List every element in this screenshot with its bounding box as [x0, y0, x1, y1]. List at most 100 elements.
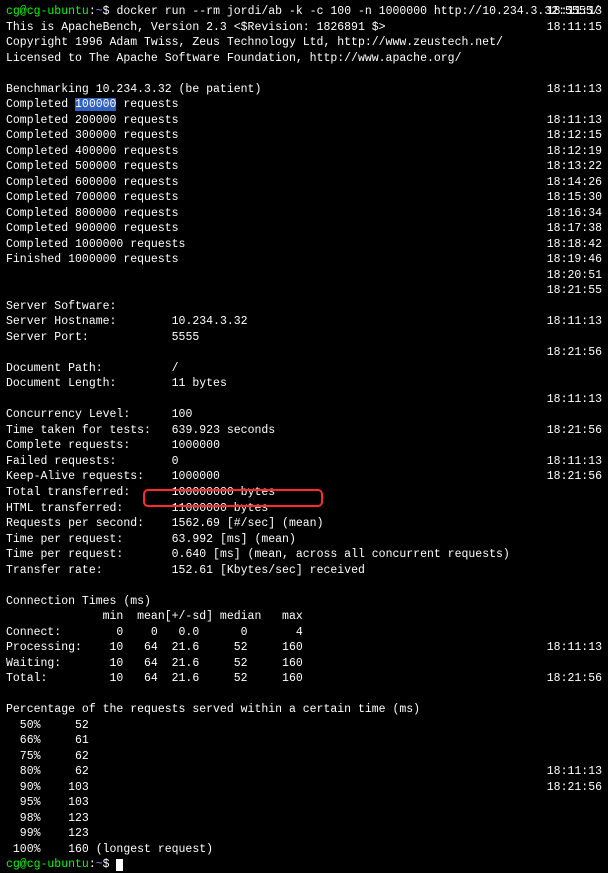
- conn-total: Total: 10 64 21.6 52 160: [6, 671, 602, 687]
- completed-300000: Completed 300000 requests: [6, 128, 602, 144]
- timestamp: 18:19:46: [547, 252, 602, 268]
- p50: 50% 52: [6, 718, 602, 734]
- timestamp: [547, 625, 602, 641]
- ab-header: This is ApacheBench, Version 2.3 <$Revis…: [6, 20, 602, 36]
- time-per-request-1: Time per request: 63.992 [ms] (mean): [6, 532, 602, 548]
- timestamp: [547, 501, 602, 517]
- timestamp: [547, 609, 602, 625]
- conn-times-header: min mean[+/-sd] median max: [6, 609, 602, 625]
- timestamp: 18:11:13: [547, 4, 602, 20]
- timestamp: [547, 687, 602, 703]
- timestamp: [547, 532, 602, 548]
- completed-900000: Completed 900000 requests: [6, 221, 602, 237]
- percentiles-title: Percentage of the requests served within…: [6, 702, 602, 718]
- time-taken: Time taken for tests: 639.923 seconds: [6, 423, 602, 439]
- timestamp: [547, 438, 602, 454]
- timestamp: [547, 749, 602, 765]
- timestamp: 18:11:13: [547, 314, 602, 330]
- timestamps-column: 18:11:1318:11:15 18:11:13 18:11:1318:12:…: [547, 4, 602, 795]
- doc-path: Document Path: /: [6, 361, 602, 377]
- conn-processing: Processing: 10 64 21.6 52 160: [6, 640, 602, 656]
- timestamp: 18:11:13: [547, 82, 602, 98]
- p66: 66% 61: [6, 733, 602, 749]
- timestamp: [547, 563, 602, 579]
- conn-waiting: Waiting: 10 64 21.6 52 160: [6, 656, 602, 672]
- p75: 75% 62: [6, 749, 602, 765]
- timestamp: 18:21:55: [547, 283, 602, 299]
- html-transferred: HTML transferred: 11000000 bytes: [6, 501, 602, 517]
- completed-600000: Completed 600000 requests: [6, 175, 602, 191]
- keepalive-requests: Keep-Alive requests: 1000000: [6, 469, 602, 485]
- conn-connect: Connect: 0 0 0.0 0 4: [6, 625, 602, 641]
- timestamp: 18:11:13: [547, 113, 602, 129]
- server-software: Server Software:: [6, 299, 602, 315]
- timestamp: [547, 578, 602, 594]
- timestamp: [547, 718, 602, 734]
- bench-start: Benchmarking 10.234.3.32 (be patient): [6, 82, 602, 98]
- timestamp: [547, 35, 602, 51]
- p99: 99% 123: [6, 826, 602, 842]
- timestamp: 18:11:15: [547, 20, 602, 36]
- completed-100000: Completed 100000 requests: [6, 97, 602, 113]
- complete-requests: Complete requests: 1000000: [6, 438, 602, 454]
- timestamp: 18:18:42: [547, 237, 602, 253]
- p80: 80% 62: [6, 764, 602, 780]
- failed-requests: Failed requests: 0: [6, 454, 602, 470]
- timestamp: [547, 407, 602, 423]
- timestamp: [547, 516, 602, 532]
- timestamp: 18:16:34: [547, 206, 602, 222]
- command-line: cg@cg-ubuntu:~$ docker run --rm jordi/ab…: [6, 4, 602, 20]
- server-hostname: Server Hostname: 10.234.3.32: [6, 314, 602, 330]
- timestamp: 18:21:56: [547, 345, 602, 361]
- time-per-request-2: Time per request: 0.640 [ms] (mean, acro…: [6, 547, 602, 563]
- conn-times-title: Connection Times (ms): [6, 594, 602, 610]
- timestamp: 18:12:19: [547, 144, 602, 160]
- timestamp: [547, 547, 602, 563]
- timestamp: 18:11:13: [547, 454, 602, 470]
- copyright: Copyright 1996 Adam Twiss, Zeus Technolo…: [6, 35, 602, 51]
- timestamp: [547, 361, 602, 377]
- concurrency: Concurrency Level: 100: [6, 407, 602, 423]
- timestamp: [547, 485, 602, 501]
- completed-700000: Completed 700000 requests: [6, 190, 602, 206]
- cursor: [116, 859, 123, 871]
- timestamp: [547, 733, 602, 749]
- timestamp: [547, 656, 602, 672]
- timestamp: 18:14:26: [547, 175, 602, 191]
- timestamp: [547, 299, 602, 315]
- timestamp: 18:11:13: [547, 392, 602, 408]
- command-text: docker run --rm jordi/ab -k -c 100 -n 10…: [116, 5, 599, 18]
- timestamp: 18:11:13: [547, 764, 602, 780]
- timestamp: 18:21:56: [547, 671, 602, 687]
- timestamp: 18:13:22: [547, 159, 602, 175]
- completed-400000: Completed 400000 requests: [6, 144, 602, 160]
- timestamp: [547, 330, 602, 346]
- doc-length: Document Length: 11 bytes: [6, 376, 602, 392]
- completed-500000: Completed 500000 requests: [6, 159, 602, 175]
- timestamp: 18:12:15: [547, 128, 602, 144]
- p98: 98% 123: [6, 811, 602, 827]
- server-port: Server Port: 5555: [6, 330, 602, 346]
- timestamp: [547, 97, 602, 113]
- timestamp: 18:21:56: [547, 780, 602, 796]
- timestamp: 18:20:51: [547, 268, 602, 284]
- p95: 95% 103: [6, 795, 602, 811]
- prompt-2[interactable]: cg@cg-ubuntu:~$: [6, 857, 602, 873]
- p100: 100% 160 (longest request): [6, 842, 602, 858]
- terminal-content: cg@cg-ubuntu:~$ docker run --rm jordi/ab…: [6, 4, 602, 873]
- total-transferred: Total transferred: 100000000 bytes: [6, 485, 602, 501]
- license: Licensed to The Apache Software Foundati…: [6, 51, 602, 67]
- timestamp: [547, 702, 602, 718]
- completed-200000: Completed 200000 requests: [6, 113, 602, 129]
- completed-1000000: Completed 1000000 requests: [6, 237, 602, 253]
- transfer-rate: Transfer rate: 152.61 [Kbytes/sec] recei…: [6, 563, 602, 579]
- prompt-path: ~: [96, 5, 103, 18]
- timestamp: [547, 51, 602, 67]
- timestamp: 18:21:56: [547, 423, 602, 439]
- timestamp: [547, 66, 602, 82]
- timestamp: 18:11:13: [547, 640, 602, 656]
- p90: 90% 103: [6, 780, 602, 796]
- timestamp: [547, 594, 602, 610]
- timestamp: 18:15:30: [547, 190, 602, 206]
- highlighted-count: 100000: [75, 98, 116, 111]
